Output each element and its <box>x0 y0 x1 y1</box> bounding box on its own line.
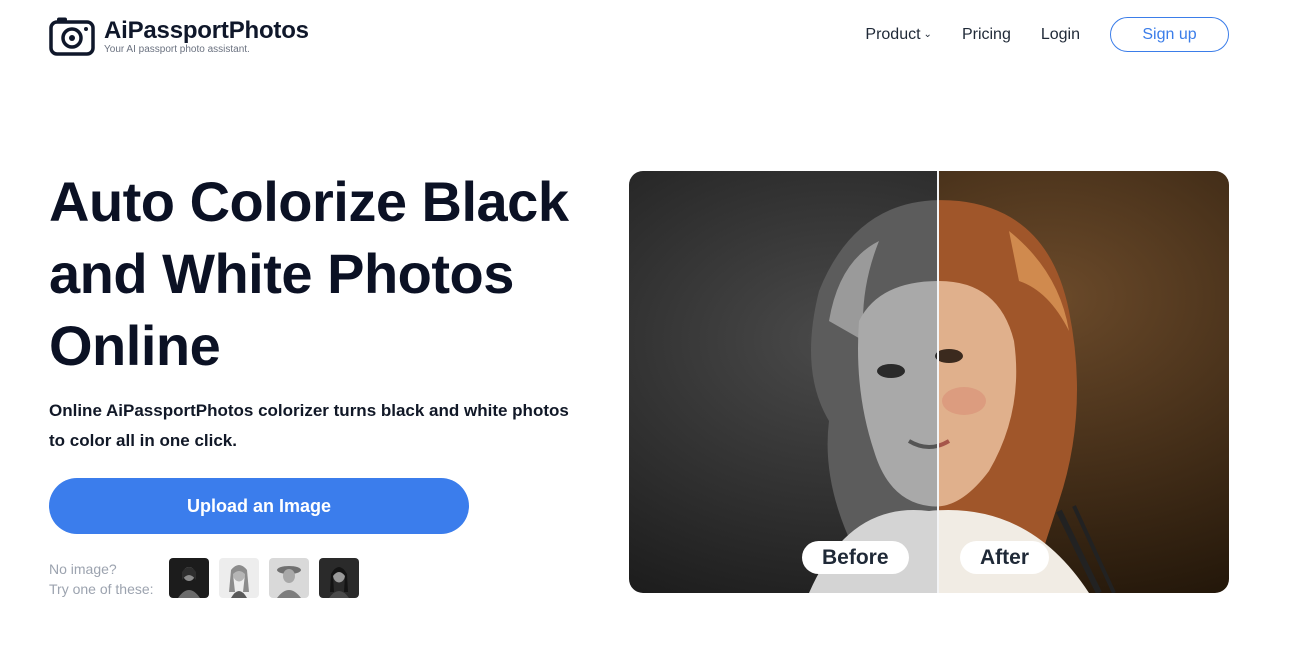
samples-line-1: No image? <box>49 561 117 577</box>
sample-images-label: No image? Try one of these: <box>49 559 154 599</box>
nav-login[interactable]: Login <box>1041 26 1080 44</box>
brand-tagline: Your AI passport photo assistant. <box>104 44 250 55</box>
sample-thumbnail-4[interactable] <box>319 558 359 598</box>
nav-product[interactable]: Product ⌄ <box>865 26 932 44</box>
nav-product-label: Product <box>865 25 921 43</box>
brand-logo[interactable]: AiPassportPhotos Your AI passport photo … <box>49 16 309 56</box>
hero-subtitle: Online AiPassportPhotos colorizer turns … <box>49 401 569 450</box>
sample-thumbnail-3[interactable] <box>269 558 309 598</box>
comparison-divider[interactable] <box>937 171 939 593</box>
samples-line-2: Try one of these: <box>49 581 154 597</box>
portrait-image <box>629 171 1229 593</box>
camera-logo-icon <box>49 17 95 56</box>
sample-thumbnails <box>169 558 369 598</box>
signup-button[interactable]: Sign up <box>1110 17 1229 52</box>
sample-thumbnail-2[interactable] <box>219 558 259 598</box>
brand-name: AiPassportPhotos <box>104 17 309 44</box>
nav-pricing[interactable]: Pricing <box>962 26 1011 44</box>
upload-image-button[interactable]: Upload an Image <box>49 478 469 534</box>
sample-thumbnail-1[interactable] <box>169 558 209 598</box>
before-label: Before <box>802 541 909 574</box>
top-nav: Product ⌄ Pricing Login Sign up <box>865 17 1229 52</box>
chevron-down-icon: ⌄ <box>923 29 932 40</box>
page-title: Auto Colorize Black and White Photos Onl… <box>49 170 569 377</box>
before-after-comparison[interactable]: Before After <box>629 171 1229 593</box>
after-label: After <box>960 541 1050 574</box>
